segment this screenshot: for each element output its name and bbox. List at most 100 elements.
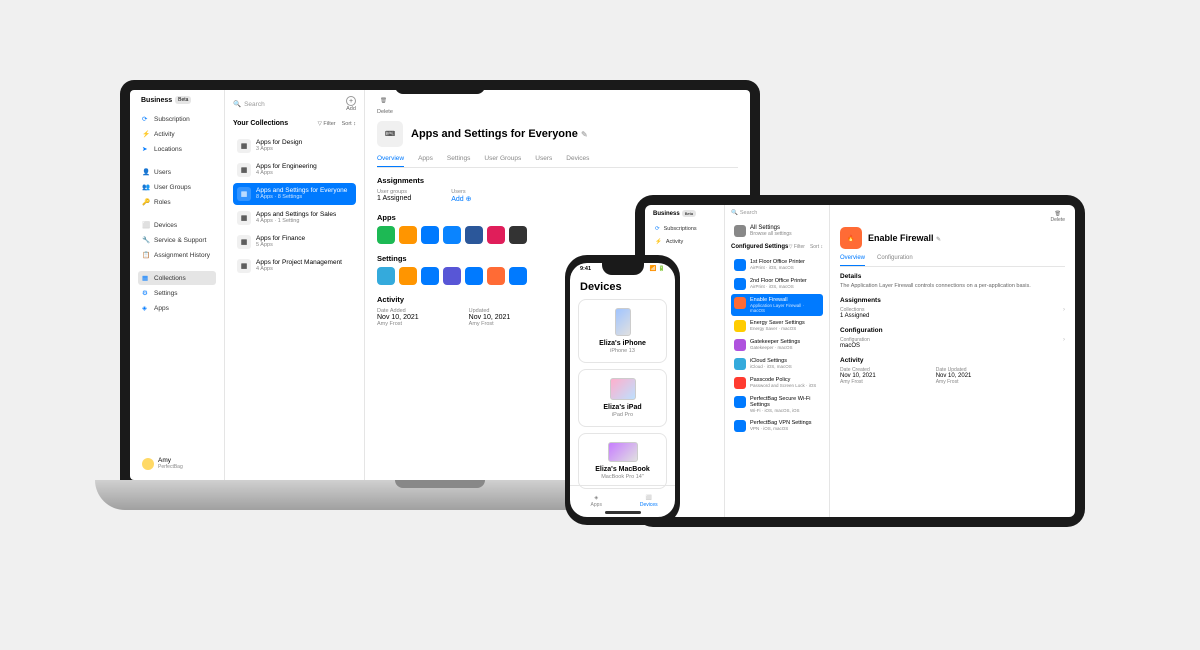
location-icon: ➤ [142, 145, 150, 153]
setting-item-icon [734, 297, 746, 309]
filter-button[interactable]: ▽ Filter [318, 121, 336, 127]
nav-service[interactable]: 🔧Service & Support [138, 233, 216, 247]
collection-item[interactable]: ▦Apps for Design3 Apps [233, 135, 356, 157]
date-added-value: Nov 10, 2021 [377, 314, 419, 321]
sort-button[interactable]: Sort ↕ [342, 121, 356, 127]
tab-users[interactable]: Users [535, 155, 552, 167]
nav-devices[interactable]: ⬜Devices [138, 218, 216, 232]
nav-subscription[interactable]: ⟳Subscription [138, 112, 216, 126]
device-card[interactable]: Eliza's iPhoneiPhone 13 [578, 299, 667, 363]
collection-icon: ▦ [237, 139, 251, 153]
ipad-config-heading: Configuration [840, 327, 1065, 334]
setting-icon[interactable] [465, 267, 483, 285]
delete-button[interactable]: 🗑Delete [377, 98, 393, 115]
device-image [610, 378, 636, 400]
chevron-right-icon[interactable]: › [1063, 307, 1065, 319]
app-icon[interactable] [399, 226, 417, 244]
nav-roles[interactable]: 🔑Roles [138, 195, 216, 209]
nav-user-groups[interactable]: 👥User Groups [138, 180, 216, 194]
page-title: Apps and Settings for Everyone ✎ [411, 128, 588, 140]
add-button[interactable]: +Add [346, 96, 356, 112]
setting-icon[interactable] [443, 267, 461, 285]
gear-icon [734, 225, 746, 237]
setting-item[interactable]: iCloud SettingsiCloud · iOS, macOS [731, 355, 823, 373]
setting-item[interactable]: 2nd Floor Office PrinterAirPrint · iOS, … [731, 275, 823, 293]
app-icon[interactable] [509, 226, 527, 244]
setting-item[interactable]: Gatekeeper SettingsGatekeeper · macOS [731, 336, 823, 354]
device-image [608, 442, 638, 462]
ipad-tab-overview[interactable]: Overview [840, 255, 865, 266]
edit-icon[interactable]: ✎ [581, 130, 588, 139]
chevron-right-icon[interactable]: › [1063, 337, 1065, 349]
tab-overview[interactable]: Overview [377, 155, 404, 167]
setting-icon[interactable] [399, 267, 417, 285]
collection-icon: ▦ [237, 163, 251, 177]
nav-apps[interactable]: ◈Apps [138, 301, 216, 315]
app-icon[interactable] [443, 226, 461, 244]
collection-item[interactable]: ▦Apps for Project Management4 Apps [233, 255, 356, 277]
ipad-updated-user: Amy Frost [936, 379, 972, 385]
ipad-sort-button[interactable]: Sort ↕ [810, 244, 823, 250]
ipad-nav-activity[interactable]: ⚡Activity [651, 236, 718, 248]
ipad-filter-button[interactable]: ▽ Filter [789, 244, 805, 250]
device-card[interactable]: Eliza's MacBookMacBook Pro 14" [578, 433, 667, 489]
status-time: 9:41 [580, 266, 591, 272]
tab-user-groups[interactable]: User Groups [484, 155, 521, 167]
setting-item[interactable]: 1st Floor Office PrinterAirPrint · iOS, … [731, 256, 823, 274]
setting-item[interactable]: PerfectBag VPN SettingsVPN · iOS, macOS [731, 417, 823, 435]
tab-apps[interactable]: Apps [418, 155, 433, 167]
setting-icon[interactable] [421, 267, 439, 285]
apps-icon: ◈ [594, 495, 598, 501]
tab-settings[interactable]: Settings [447, 155, 471, 167]
ipad-search-input[interactable]: 🔍Search [731, 210, 823, 216]
setting-item-icon [734, 339, 746, 351]
key-icon: 🔑 [142, 198, 150, 206]
user-profile[interactable]: Amy PerfectBag [138, 453, 216, 474]
collection-item[interactable]: ▦Apps and Settings for Sales4 Apps · 1 S… [233, 207, 356, 229]
setting-item-icon [734, 420, 746, 432]
setting-item[interactable]: Passcode PolicyPassword and Screen Lock … [731, 374, 823, 392]
edit-icon[interactable]: ✎ [936, 237, 941, 243]
search-input[interactable]: 🔍Search [233, 100, 342, 108]
collection-item[interactable]: ▦Apps for Finance5 Apps [233, 231, 356, 253]
setting-item[interactable]: Energy Saver SettingsEnergy Saver · macO… [731, 317, 823, 335]
home-indicator[interactable] [605, 511, 641, 514]
collection-icon: ▦ [237, 187, 251, 201]
setting-icon[interactable] [377, 267, 395, 285]
nav-settings[interactable]: ⚙Settings [138, 286, 216, 300]
device-card[interactable]: Eliza's iPadiPad Pro [578, 369, 667, 427]
all-settings-item[interactable]: All Settings Browse all settings [731, 222, 823, 240]
ipad-nav-subscriptions[interactable]: ⟳Subscriptions [651, 223, 718, 235]
nav-history[interactable]: 📋Assignment History [138, 248, 216, 262]
refresh-icon: ⟳ [142, 115, 150, 123]
setting-item[interactable]: PerfectBag Secure Wi-Fi SettingsWi-Fi · … [731, 393, 823, 416]
add-users-link[interactable]: Add ⊕ [451, 195, 471, 203]
nav-users[interactable]: 👤Users [138, 165, 216, 179]
ipad-settings-list: 🔍Search All Settings Browse all settings… [725, 205, 830, 517]
nav-activity[interactable]: ⚡Activity [138, 127, 216, 141]
nav-collections[interactable]: ▦Collections [138, 271, 216, 285]
collections-panel: 🔍Search +Add Your Collections ▽ Filter S… [225, 90, 365, 480]
apps-icon: ◈ [142, 304, 150, 312]
app-icon[interactable] [421, 226, 439, 244]
setting-icon[interactable] [509, 267, 527, 285]
collection-item[interactable]: ▦Apps and Settings for Everyone8 Apps · … [233, 183, 356, 205]
configured-title: Configured Settings [731, 244, 788, 250]
search-icon: 🔍 [731, 210, 738, 216]
tab-bar: Overview Apps Settings User Groups Users… [377, 155, 738, 168]
setting-icon[interactable] [487, 267, 505, 285]
status-icons: 📶 🔋 [650, 266, 665, 272]
setting-item-icon [734, 396, 746, 408]
app-icon[interactable] [487, 226, 505, 244]
app-icon[interactable] [377, 226, 395, 244]
brand-name: Business [141, 97, 172, 104]
collection-item[interactable]: ▦Apps for Engineering4 Apps [233, 159, 356, 181]
ipad-delete-button[interactable]: 🗑Delete [1051, 211, 1065, 223]
ipad-tab-configuration[interactable]: Configuration [877, 255, 913, 266]
app-icon[interactable] [465, 226, 483, 244]
firewall-icon: 🔥 [840, 227, 862, 249]
tab-devices[interactable]: Devices [566, 155, 589, 167]
nav-locations[interactable]: ➤Locations [138, 142, 216, 156]
setting-item[interactable]: Enable FirewallApplication Layer Firewal… [731, 294, 823, 316]
beta-badge: Beta [175, 96, 191, 104]
